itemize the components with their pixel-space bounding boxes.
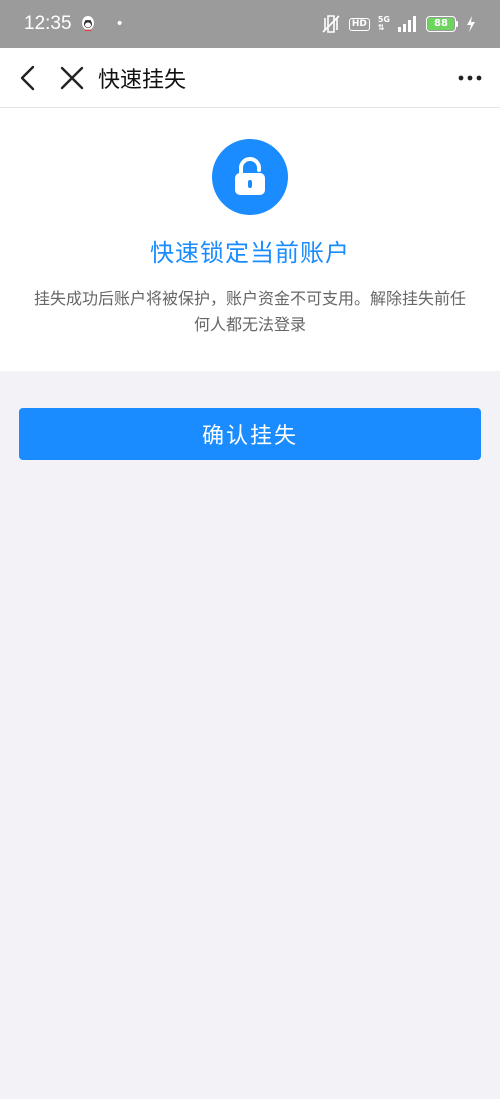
signal-icon — [398, 16, 416, 32]
battery-level: 88 — [428, 18, 454, 30]
data-arrows-icon: ⇅ — [377, 23, 385, 32]
notification-dot: • — [115, 16, 124, 32]
close-icon — [60, 66, 84, 89]
more-button[interactable] — [458, 68, 482, 88]
chevron-left-icon — [20, 65, 35, 90]
page-title: 快速挂失 — [98, 67, 187, 93]
lock-icon — [235, 157, 265, 195]
battery-icon: 88 — [426, 16, 458, 32]
hero-title: 快速锁定当前账户 — [150, 239, 350, 267]
charging-icon — [467, 16, 475, 32]
close-button[interactable] — [60, 64, 88, 92]
lock-info-panel: 快速锁定当前账户 挂失成功后账户将被保护，账户资金不可支用。解除挂失前任何人都无… — [0, 108, 500, 371]
lock-badge — [212, 139, 288, 215]
more-dots-icon — [458, 75, 482, 81]
status-time: 12:35 — [24, 13, 72, 34]
vibrate-off-icon — [322, 15, 340, 33]
status-right: HD 5G ⇅ 88 — [321, 15, 476, 33]
nav-bar: 快速挂失 — [0, 48, 500, 108]
hero-description: 挂失成功后账户将被保护，账户资金不可支用。解除挂失前任何人都无法登录 — [33, 289, 466, 334]
status-left: 12:35 • — [24, 13, 124, 35]
back-button[interactable] — [18, 64, 42, 92]
hd-icon: HD — [348, 17, 370, 31]
action-area: 确认挂失 — [0, 371, 500, 460]
confirm-report-loss-button[interactable]: 确认挂失 — [19, 408, 481, 460]
qq-notification-icon — [81, 16, 94, 31]
network-indicator: 5G ⇅ — [378, 16, 390, 32]
status-bar: 12:35 • HD 5G ⇅ 88 — [0, 0, 500, 48]
